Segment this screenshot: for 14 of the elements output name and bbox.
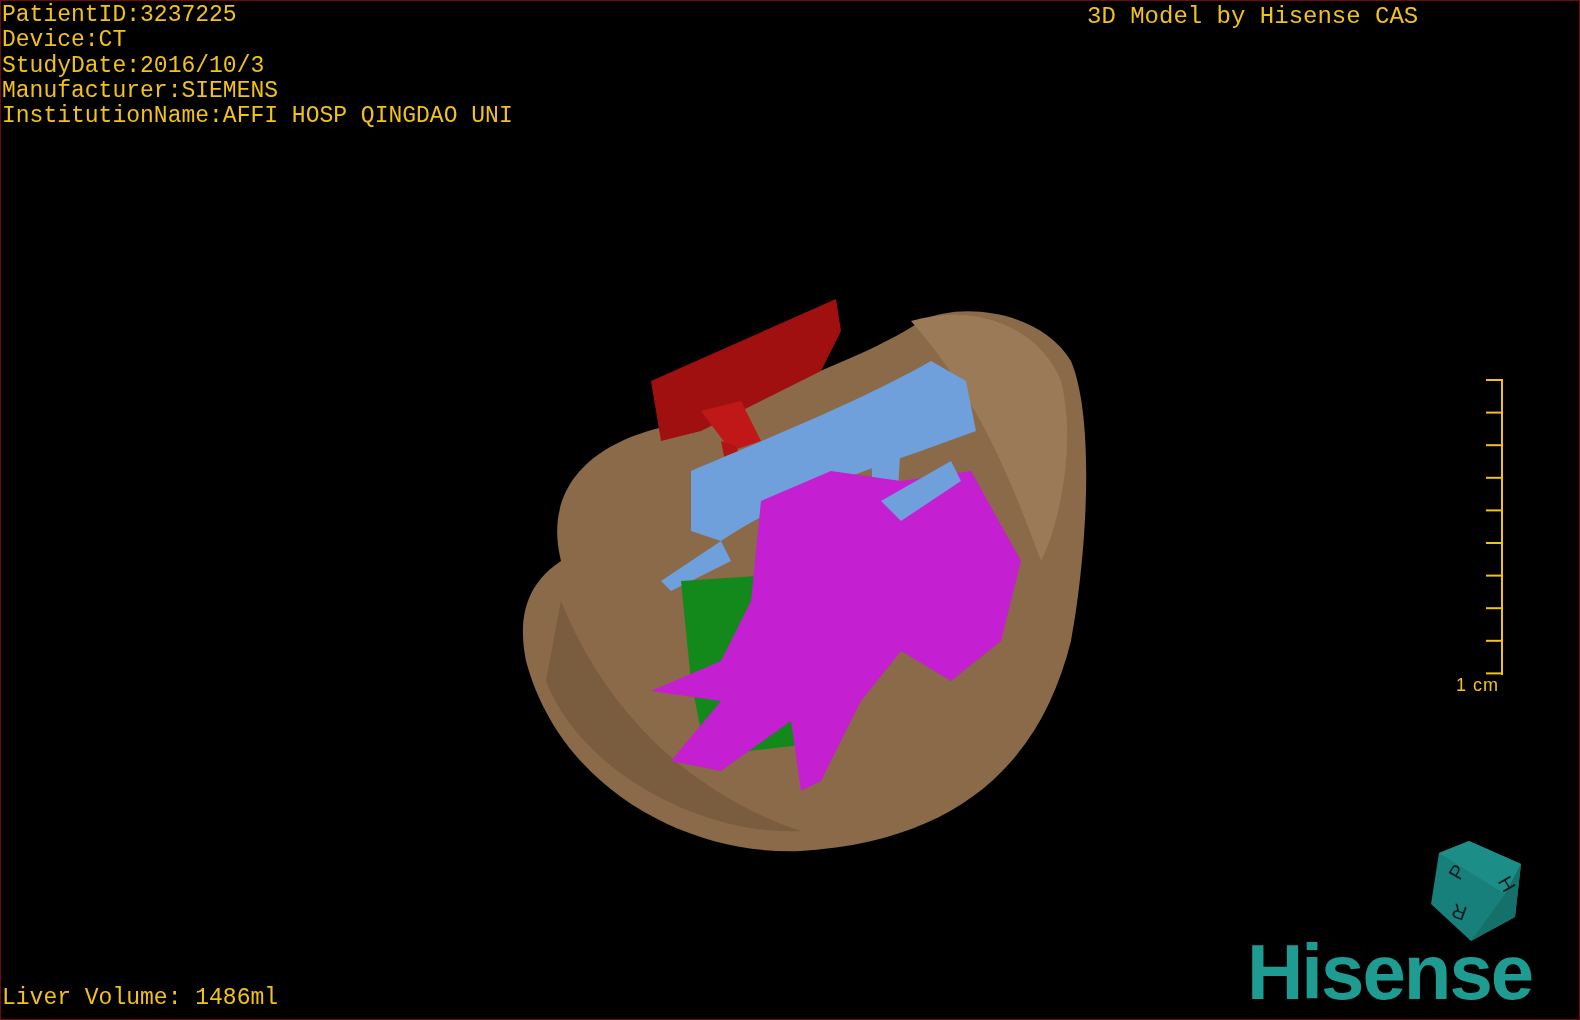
- cube-face-label: P: [1444, 860, 1470, 884]
- patient-info-text: Manufacturer:SIEMENS: [2, 78, 280, 104]
- scale-label: 1 cm: [1456, 674, 1499, 696]
- patient-info-text: PatientID:3237225: [2, 3, 238, 28]
- model-credit-text: 3D Model by Hisense CAS: [1087, 3, 1419, 31]
- orientation-cube-icon[interactable]: [1431, 841, 1521, 941]
- patient-info-text: InstitutionName:AFFI HOSP QINGDAO UNI: [2, 104, 513, 130]
- patient-info-text: StudyDate:2016/10/3: [2, 53, 266, 79]
- liver-volume-text: Liver Volume: 1486ml: [2, 984, 279, 1012]
- brand-logo: Hisense: [1247, 931, 1533, 1013]
- patient-info-text: Device:CT: [2, 28, 128, 54]
- scale-bar-icon: [1485, 379, 1505, 677]
- cube-face-label: R: [1448, 899, 1470, 925]
- cube-face-label: H: [1493, 872, 1521, 896]
